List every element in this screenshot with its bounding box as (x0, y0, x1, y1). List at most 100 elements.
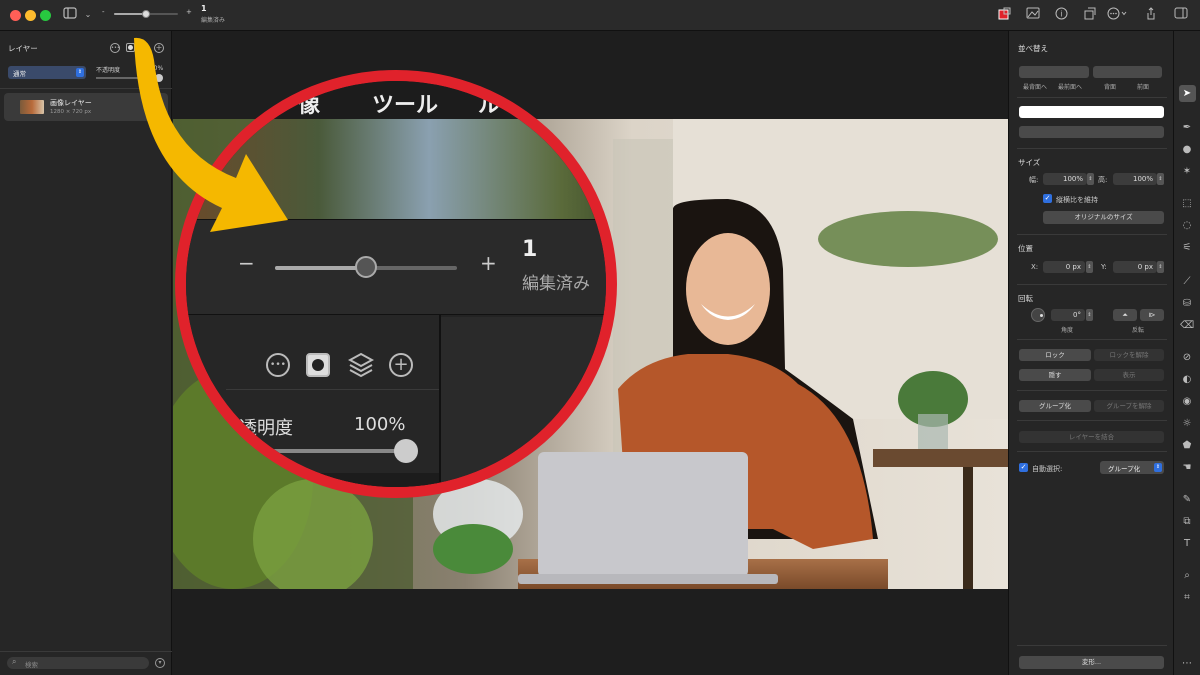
original-size-button[interactable]: オリジナルのサイズ (1043, 211, 1164, 224)
share-icon[interactable] (1143, 7, 1159, 23)
text-tool-icon[interactable]: T (1180, 537, 1194, 551)
title-bar: ⌄ - + 1 編集済み i (0, 0, 1200, 31)
light-icon[interactable]: ☼ (1180, 417, 1194, 431)
bandage-icon[interactable]: ⊘ (1180, 351, 1194, 365)
brush-icon[interactable]: ⟋ (1180, 275, 1194, 289)
close-window-button[interactable] (10, 10, 21, 21)
paint-bucket-icon[interactable]: ⛁ (1180, 297, 1194, 311)
angle-stepper[interactable]: ⇕ (1086, 309, 1093, 321)
width-field[interactable]: 100% (1043, 173, 1087, 185)
edit-status: 編集済み (201, 17, 226, 24)
transform-button[interactable]: 変形... (1019, 656, 1164, 669)
callout-opacity-label: 透明度 (239, 418, 293, 439)
effects-icon[interactable]: ✶ (1180, 165, 1194, 179)
bring-forward-button[interactable]: 前面 (1137, 82, 1149, 91)
x-field[interactable]: 0 px (1043, 261, 1085, 273)
flip-horizontal-button[interactable]: ⧐ (1140, 309, 1164, 321)
callout-edit-status: 編集済み (522, 274, 590, 294)
tools-strip: ➤ ✒ ● ✶ ⬚ ◌ ⚟ ⟋ ⛁ ⌫ ⊘ ◐ ◉ ☼ ⬟ ☚ ✎ ⧉ T ⌕ … (1173, 31, 1200, 675)
arrange-title: 並べ替え (1018, 44, 1048, 53)
callout-edit-count: 1 (522, 237, 538, 262)
callout-menu-text-left: 像 (298, 93, 321, 118)
zoom-in-button[interactable]: + (186, 8, 192, 16)
inspector-toggle-icon[interactable] (1173, 7, 1189, 23)
zoom-out-button[interactable]: - (102, 8, 105, 16)
arrange-icon[interactable] (1081, 7, 1097, 23)
callout-zoom-slider (275, 256, 457, 278)
rect-select-icon[interactable]: ⬚ (1180, 197, 1194, 211)
magic-wand-icon[interactable]: ⚟ (1180, 241, 1194, 255)
clone-icon[interactable]: ◐ (1180, 373, 1194, 387)
merge-layers-button[interactable]: レイヤーを結合 (1019, 431, 1164, 443)
width-stepper[interactable]: ⇕ (1087, 173, 1094, 185)
ungroup-button[interactable]: グループを解除 (1094, 400, 1164, 412)
more-tools-icon[interactable]: ⋯ (1180, 657, 1194, 671)
bring-to-front-button[interactable]: 最前面へ (1058, 82, 1082, 91)
layer-search-input[interactable]: ⌕ 検索 (7, 657, 149, 669)
auto-select-dropdown[interactable]: グループ化 ⇕ (1100, 461, 1164, 474)
minimize-window-button[interactable] (25, 10, 36, 21)
height-field[interactable]: 100% (1113, 173, 1157, 185)
zoom-tool-icon[interactable]: ⌕ (1180, 569, 1194, 583)
blur-icon[interactable]: ◉ (1180, 395, 1194, 409)
callout-options-icon: ••• (266, 353, 290, 377)
search-icon: ⌕ (12, 657, 17, 666)
layer-options-icon[interactable]: ••• (110, 43, 120, 53)
height-stepper[interactable]: ⇕ (1157, 173, 1164, 185)
flip-vertical-button[interactable]: ⏶ (1113, 309, 1137, 321)
zoom-slider[interactable] (114, 10, 178, 18)
align-buttons-row-2[interactable] (1019, 126, 1164, 138)
flip-label: 反転 (1132, 327, 1145, 334)
show-button[interactable]: 表示 (1094, 369, 1164, 381)
x-stepper[interactable]: ⇕ (1086, 261, 1093, 273)
blend-mode-select[interactable]: 通常 ⇕ (8, 66, 86, 79)
lock-button[interactable]: ロック (1019, 349, 1091, 361)
filter-icon[interactable]: ▾ (155, 658, 165, 668)
image-adjust-icon[interactable] (1025, 7, 1041, 23)
send-backward-button[interactable]: 背面 (1104, 82, 1116, 91)
arrange-panel: 並べ替え 最背面へ 最前面へ 背面 前面 サイズ 幅: 100% ⇕ 高: 10… (1008, 31, 1173, 675)
unlock-button[interactable]: ロックを解除 (1094, 349, 1164, 361)
blend-mode-value: 通常 (13, 70, 26, 78)
angle-field[interactable]: 0° (1051, 309, 1085, 321)
search-placeholder: 検索 (25, 661, 38, 669)
send-to-back-button[interactable]: 最背面へ (1023, 82, 1047, 91)
keep-ratio-checkbox[interactable]: ✓ (1043, 194, 1052, 203)
chevron-down-icon[interactable]: ⌄ (80, 7, 96, 23)
zoom-window-button[interactable] (40, 10, 51, 21)
y-field[interactable]: 0 px (1113, 261, 1157, 273)
height-label: 高: (1098, 176, 1108, 184)
y-label: Y: (1101, 263, 1107, 271)
arrow-select-icon[interactable]: ➤ (1180, 87, 1194, 101)
y-stepper[interactable]: ⇕ (1157, 261, 1164, 273)
hide-button[interactable]: 隠す (1019, 369, 1091, 381)
vector-pen-icon[interactable]: ✎ (1180, 493, 1194, 507)
more-options-icon[interactable] (1107, 7, 1129, 23)
shapes-icon[interactable]: ● (1180, 143, 1194, 157)
size-title: サイズ (1018, 158, 1041, 167)
auto-select-checkbox[interactable]: ✓ (1019, 463, 1028, 472)
crop-tool-icon[interactable]: ⌗ (1180, 591, 1194, 605)
color-swatch-icon[interactable] (997, 7, 1013, 23)
group-button[interactable]: グループ化 (1019, 400, 1091, 412)
eraser-icon[interactable]: ⌫ (1180, 319, 1194, 333)
edit-count: 1 (201, 4, 207, 13)
sponge-icon[interactable]: ⬟ (1180, 439, 1194, 453)
position-title: 位置 (1018, 244, 1033, 253)
svg-text:i: i (1060, 10, 1062, 19)
callout-mask-icon (306, 353, 330, 377)
callout-opacity-knob (394, 439, 418, 463)
shape-tool-icon[interactable]: ⧉ (1180, 515, 1194, 529)
opacity-label: 不透明度 (96, 67, 121, 74)
callout-opacity-value: 100% (354, 414, 406, 435)
sidebar-toggle-icon[interactable] (62, 7, 78, 23)
smudge-icon[interactable]: ☚ (1180, 461, 1194, 475)
align-buttons-row-1[interactable] (1019, 106, 1164, 118)
rotation-dial[interactable] (1031, 308, 1045, 322)
lasso-icon[interactable]: ◌ (1180, 219, 1194, 233)
zoom-slider-knob[interactable] (142, 10, 150, 18)
info-icon[interactable]: i (1053, 7, 1069, 23)
keep-ratio-label: 縦横比を維持 (1056, 196, 1098, 204)
pen-tool-icon[interactable]: ✒ (1180, 121, 1194, 135)
auto-select-label: 自動選択: (1032, 465, 1063, 473)
